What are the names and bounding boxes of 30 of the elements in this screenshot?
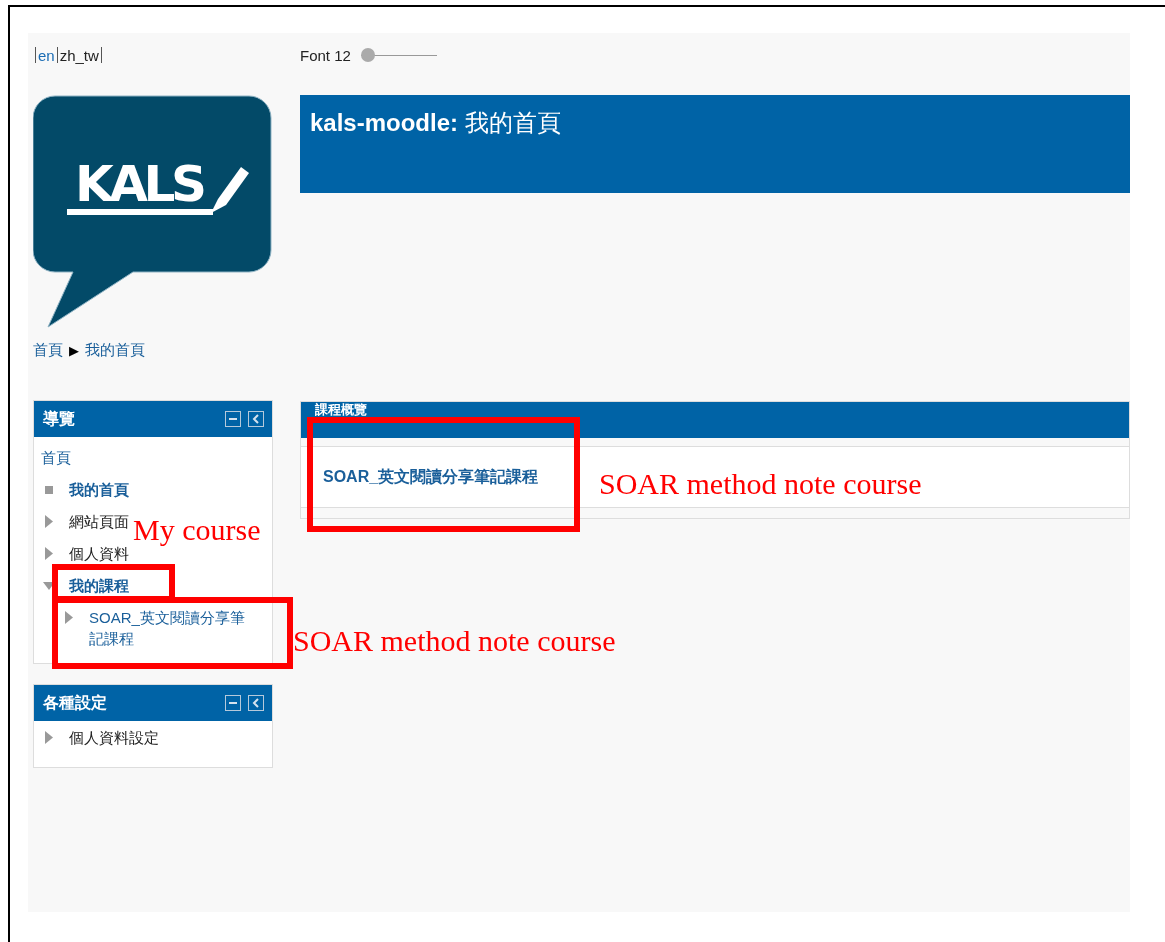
navigation-item[interactable]: 首頁	[41, 447, 81, 468]
chevron-left-icon[interactable]	[248, 695, 264, 711]
annotation-label: SOAR method note course	[293, 623, 616, 659]
language-link[interactable]: zh_tw	[59, 46, 99, 64]
caret-down-icon[interactable]	[43, 581, 55, 590]
panel-title: 課程概覽	[315, 403, 367, 417]
block-title: 導覽	[43, 408, 75, 429]
breadcrumb-separator: ▶	[69, 342, 79, 358]
caret-right-icon[interactable]	[45, 547, 53, 560]
caret-right-icon[interactable]	[65, 611, 73, 624]
breadcrumb-link[interactable]: 首頁	[33, 340, 63, 360]
bullet-icon	[45, 485, 53, 494]
language-link[interactable]: en	[38, 46, 55, 64]
navigation-item[interactable]: 我的課程	[69, 575, 139, 596]
breadcrumb-link[interactable]: 我的首頁	[85, 340, 145, 360]
caret-right-icon[interactable]	[45, 515, 53, 528]
font-size-label: Font 12	[300, 46, 351, 64]
block-title: 各種設定	[43, 692, 107, 713]
navigation-item[interactable]: 我的首頁	[69, 479, 139, 500]
minimize-icon[interactable]	[225, 695, 241, 711]
course-link[interactable]: SOAR_英文閱讀分享筆記課程	[323, 466, 539, 488]
caret-right-icon[interactable]	[45, 731, 53, 744]
chevron-left-icon[interactable]	[248, 411, 264, 427]
page-title: kals-moodle: 我的首頁	[310, 109, 561, 136]
logo-text: KALS	[75, 155, 207, 213]
settings-item[interactable]: 個人資料設定	[69, 727, 169, 748]
annotation-label: SOAR method note course	[599, 466, 922, 502]
navigation-item[interactable]: SOAR_英文閱讀分享筆記課程	[89, 607, 264, 649]
slider-thumb[interactable]	[360, 48, 375, 62]
minimize-icon[interactable]	[225, 411, 241, 427]
